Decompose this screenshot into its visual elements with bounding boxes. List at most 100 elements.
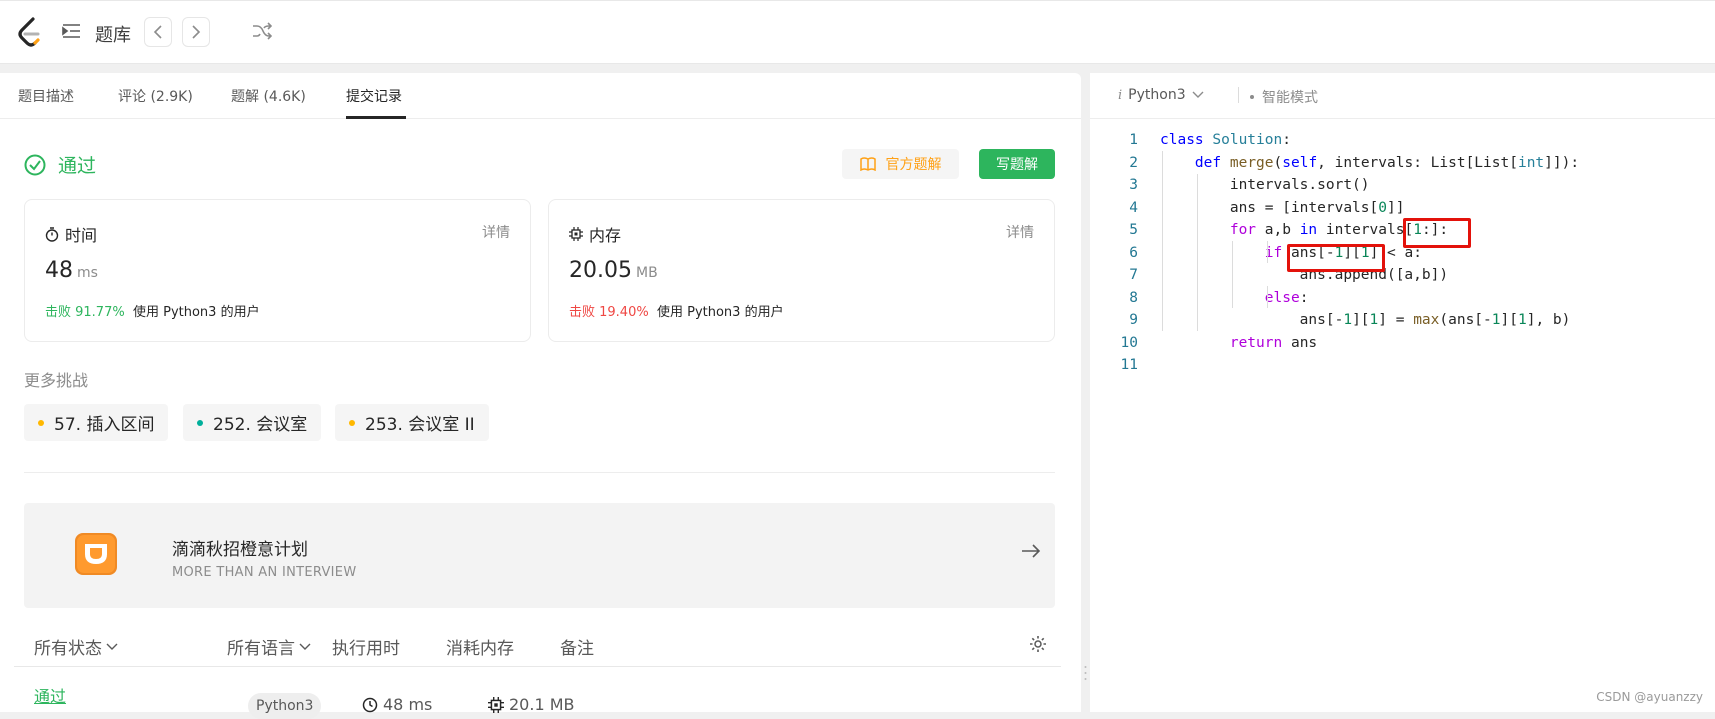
chevron-left-icon xyxy=(153,25,162,39)
status-filter-label: 所有状态 xyxy=(34,639,102,659)
leetcode-logo-icon[interactable] xyxy=(16,17,44,49)
submission-status-link[interactable]: 通过 xyxy=(34,683,66,707)
tab-comments[interactable]: 评论 (2.9K) xyxy=(118,86,193,106)
tab-description[interactable]: 题目描述 xyxy=(18,86,74,106)
language-select[interactable]: i Python3 xyxy=(1118,87,1204,103)
memory-unit: MB xyxy=(635,265,658,281)
tab-solutions[interactable]: 题解 (4.6K) xyxy=(231,86,306,106)
memory-beat: 击败 19.40% 使用 Python3 的用户 xyxy=(569,301,784,320)
prev-problem-button[interactable] xyxy=(144,17,172,47)
chevron-right-icon xyxy=(192,25,201,39)
indent-guide xyxy=(1267,241,1268,263)
runtime-beat-percent: 击败 91.77% xyxy=(45,305,125,320)
line-number: 5 xyxy=(1129,222,1138,238)
code-line: 7 ans.append([a,b]) xyxy=(1090,264,1715,287)
code-line: 11 xyxy=(1090,354,1715,377)
difficulty-dot xyxy=(197,419,203,426)
promo-banner[interactable]: 滴滴秋招橙意计划 MORE THAN AN INTERVIEW xyxy=(24,503,1055,608)
more-challenges-title: 更多挑战 xyxy=(24,371,89,390)
submission-memory-value: 20.1 MB xyxy=(509,695,575,714)
language-select-label: Python3 xyxy=(1128,87,1186,103)
memory-card: 内存 详情 20.05 MB 击败 19.40% 使用 Python3 的用户 xyxy=(548,199,1055,342)
difficulty-dot xyxy=(349,419,355,426)
problem-bank-title[interactable]: 题库 xyxy=(95,21,131,47)
tab-submissions[interactable]: 提交记录 xyxy=(346,86,402,106)
code-line: 10 return ans xyxy=(1090,332,1715,355)
line-number: 4 xyxy=(1129,199,1138,216)
official-solution-button[interactable]: 官方题解 xyxy=(842,149,959,179)
code-line-current: 3 intervals.sort() xyxy=(1090,174,1715,197)
line-number: 2 xyxy=(1129,154,1138,171)
runtime-card: 时间 详情 48 ms 击败 91.77% 使用 Python3 的用户 xyxy=(24,199,531,342)
runtime-beat-text: 使用 Python3 的用户 xyxy=(132,305,260,320)
watermark: CSDN @ayuanzzy xyxy=(1596,690,1703,704)
top-nav-bar: 题库 xyxy=(0,0,1715,64)
memory-column-header: 消耗内存 xyxy=(446,639,514,659)
indent-guide xyxy=(1197,174,1198,331)
language-filter[interactable]: 所有语言 xyxy=(227,634,311,659)
chip-icon xyxy=(569,227,583,241)
submission-runtime-value: 48 ms xyxy=(383,695,433,714)
submission-status: 通过 xyxy=(24,151,96,178)
gear-icon[interactable] xyxy=(1029,635,1047,653)
code-line: 8 else: xyxy=(1090,287,1715,310)
next-problem-button[interactable] xyxy=(182,17,210,47)
memory-beat-text: 使用 Python3 的用户 xyxy=(656,305,784,320)
banner-title: 滴滴秋招橙意计划 xyxy=(172,540,308,560)
status-text: 通过 xyxy=(58,155,97,177)
line-number: 1 xyxy=(1129,132,1138,148)
divider xyxy=(24,472,1055,473)
code-area[interactable]: 1 class Solution: 2 def merge(self, inter… xyxy=(1090,129,1715,377)
submission-table-header: 所有状态 所有语言 执行用时 消耗内存 备注 xyxy=(14,623,1061,667)
indent-guide xyxy=(1267,286,1268,308)
code-line: 2 def merge(self, intervals: List[List[i… xyxy=(1090,152,1715,175)
runtime-unit: ms xyxy=(77,265,98,281)
runtime-number: 48 xyxy=(45,258,73,283)
write-solution-button[interactable]: 写题解 xyxy=(979,149,1055,179)
challenge-chip[interactable]: 57. 插入区间 xyxy=(24,404,169,441)
language-badge: Python3 xyxy=(248,693,322,719)
smart-mode-toggle[interactable]: 智能模式 xyxy=(1250,87,1318,107)
submission-panel: 题目描述 评论 (2.9K) 题解 (4.6K) 提交记录 通过 官方题解 写题… xyxy=(0,73,1081,719)
runtime-label: 时间 xyxy=(45,222,97,246)
memory-detail-link[interactable]: 详情 xyxy=(1006,222,1034,242)
check-circle-icon xyxy=(24,154,46,175)
runtime-beat: 击败 91.77% 使用 Python3 的用户 xyxy=(45,301,260,320)
status-filter[interactable]: 所有状态 xyxy=(34,634,118,659)
clock-icon xyxy=(362,697,378,712)
random-problem-icon[interactable] xyxy=(252,22,273,44)
annotation-highlight-box xyxy=(1287,244,1385,272)
challenge-chip[interactable]: 252. 会议室 xyxy=(183,404,322,441)
runtime-label-text: 时间 xyxy=(65,226,98,245)
line-number: 7 xyxy=(1129,267,1138,283)
runtime-column-header: 执行用时 xyxy=(332,639,400,659)
code-line: 4 ans = [intervals[0]] xyxy=(1090,197,1715,220)
chevron-down-icon xyxy=(106,643,118,650)
memory-value: 20.05 MB xyxy=(569,258,658,283)
submission-memory: 20.1 MB xyxy=(488,695,575,714)
difficulty-dot xyxy=(38,419,44,426)
line-number: 3 xyxy=(1129,177,1138,193)
stopwatch-icon xyxy=(45,226,59,242)
memory-label: 内存 xyxy=(569,222,621,246)
line-number: 8 xyxy=(1129,289,1138,306)
drag-handle-icon xyxy=(1084,666,1087,680)
code-editor-panel: i Python3 智能模式 1 class Solution: 2 def me… xyxy=(1090,73,1715,712)
annotation-highlight-box xyxy=(1403,218,1471,248)
tab-bar: 题目描述 评论 (2.9K) 题解 (4.6K) 提交记录 xyxy=(0,73,1081,119)
memory-beat-percent: 击败 19.40% xyxy=(569,305,649,320)
line-number: 6 xyxy=(1129,244,1138,261)
runtime-detail-link[interactable]: 详情 xyxy=(482,222,510,242)
submission-runtime: 48 ms xyxy=(362,695,432,714)
indent-guide xyxy=(1162,151,1163,331)
language-filter-label: 所有语言 xyxy=(227,639,295,659)
arrow-right-icon[interactable] xyxy=(1021,543,1041,563)
memory-label-text: 内存 xyxy=(589,226,622,245)
official-solution-label: 官方题解 xyxy=(885,157,942,173)
panel-splitter[interactable] xyxy=(1081,73,1090,712)
problem-list-icon[interactable] xyxy=(62,23,82,43)
chip-icon xyxy=(488,696,504,713)
smart-mode-label: 智能模式 xyxy=(1262,90,1318,106)
challenge-chip[interactable]: 253. 会议室 II xyxy=(335,404,489,441)
code-line: 1 class Solution: xyxy=(1090,129,1715,152)
